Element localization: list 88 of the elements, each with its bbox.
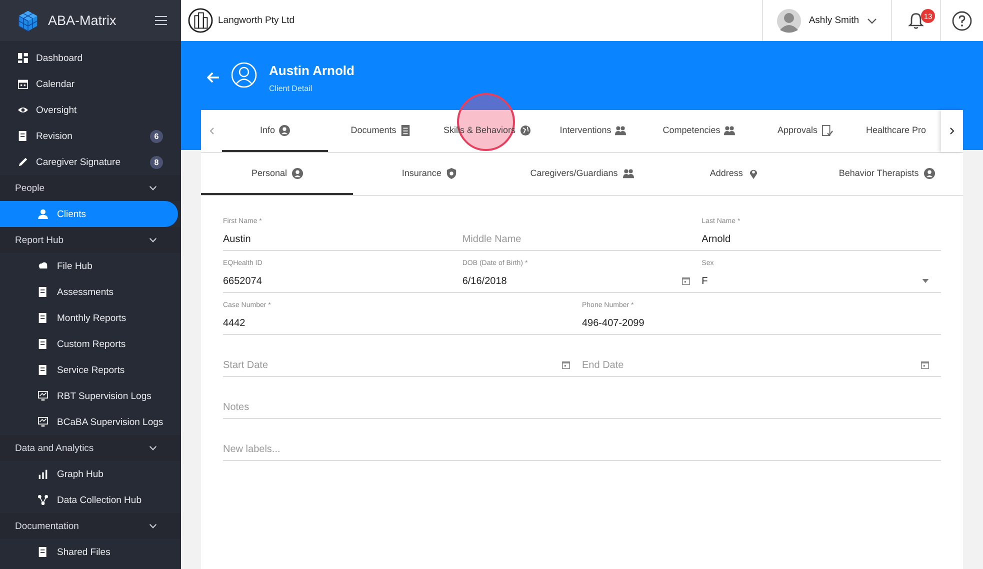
chart-icon <box>38 469 48 479</box>
sidebar-item[interactable]: File Hub <box>0 253 178 279</box>
sidebar-item[interactable]: Custom Reports <box>0 331 178 357</box>
app-name: ABA-Matrix <box>48 13 118 28</box>
users-icon <box>622 168 634 178</box>
sidebar-item[interactable]: Dashboard <box>0 45 181 71</box>
input-field[interactable]: 496-407-2099 <box>582 312 929 334</box>
tab[interactable]: Insurance <box>353 153 506 195</box>
user-icon <box>38 209 48 219</box>
sidebar-item[interactable]: Oversight <box>0 97 181 123</box>
tab[interactable]: Caregivers/Guardians <box>506 153 658 195</box>
count-badge: 8 <box>150 156 163 168</box>
calendar-icon <box>562 361 570 369</box>
date-field[interactable]: Start Date <box>223 354 558 376</box>
count-badge: 6 <box>150 130 163 142</box>
sidebar-item[interactable]: Shared Files <box>0 539 178 565</box>
avatar-icon <box>776 8 801 32</box>
eye-icon <box>18 105 28 115</box>
calendar-icon <box>682 277 690 285</box>
notification-button[interactable] <box>907 12 925 30</box>
monitor-icon <box>38 417 48 427</box>
shield-icon <box>446 168 458 178</box>
sidebar-item[interactable]: Revision 6 <box>0 123 181 149</box>
document-icon <box>38 547 48 557</box>
tab[interactable]: Healthcare Pro <box>858 110 926 152</box>
sidebar-item[interactable]: Graph Hub <box>0 461 178 487</box>
sidebar-section[interactable]: Documentation <box>0 513 181 539</box>
document-icon <box>38 287 48 297</box>
pin-icon <box>748 168 759 178</box>
input-field[interactable]: New labels... <box>223 438 929 460</box>
chevron-icon <box>867 16 877 26</box>
sidebar-item[interactable]: Clients <box>0 201 178 227</box>
document-icon <box>38 339 48 349</box>
grid-icon <box>18 53 28 63</box>
monitor-icon <box>38 391 48 401</box>
tab[interactable]: Behavior Therapists <box>810 153 964 195</box>
users-icon <box>615 124 626 136</box>
input-field[interactable]: Middle Name <box>462 228 690 250</box>
company-name: Langworth Pty Ltd <box>218 15 295 26</box>
menu-icon[interactable] <box>155 16 167 26</box>
input-field[interactable]: 6652074 <box>223 270 450 292</box>
cube-logo-icon <box>17 10 39 32</box>
tab[interactable]: Competencies <box>646 110 752 152</box>
network-icon <box>38 495 48 505</box>
tab[interactable]: Info <box>222 110 328 152</box>
document-icon <box>18 131 28 141</box>
cloud-icon <box>38 261 48 271</box>
sidebar-item[interactable]: Caregiver Signature 8 <box>0 149 181 175</box>
sidebar-item[interactable]: Service Reports <box>0 357 178 383</box>
user-icon <box>924 168 935 178</box>
sidebar-item[interactable]: Data Collection Hub <box>0 487 178 513</box>
client-name: Austin Arnold <box>269 63 354 78</box>
tab[interactable]: Documents <box>328 110 434 152</box>
user-icon <box>231 62 257 88</box>
pen-icon <box>18 157 28 167</box>
sidebar-item[interactable]: Monthly Reports <box>0 305 178 331</box>
bell-icon <box>907 12 925 30</box>
tab[interactable]: Personal <box>201 153 354 195</box>
input-field[interactable]: 4442 <box>223 312 570 334</box>
back-arrow-icon[interactable] <box>207 72 220 83</box>
sidebar-item[interactable]: BCaBA Supervision Logs <box>0 409 178 435</box>
calendar-icon <box>18 79 28 89</box>
date-field[interactable]: 6/16/2018 <box>462 270 678 292</box>
sidebar-item[interactable]: Calendar <box>0 71 181 97</box>
sidebar-section[interactable]: Data and Analytics <box>0 435 181 461</box>
building-logo-icon <box>188 8 213 33</box>
sidebar-section[interactable]: People <box>0 175 181 201</box>
calendar-icon <box>921 361 929 369</box>
sidebar-item[interactable]: RBT Supervision Logs <box>0 383 178 409</box>
page-subtitle: Client Detail <box>269 84 314 93</box>
input-field[interactable]: Notes <box>223 396 929 418</box>
dropdown-caret-icon <box>922 279 929 283</box>
user-icon <box>292 168 303 178</box>
tab[interactable]: Approvals <box>752 110 858 152</box>
document-icon <box>400 124 412 136</box>
check-icon <box>822 124 833 136</box>
input-field[interactable]: Austin <box>223 228 450 250</box>
tab[interactable]: Interventions <box>540 110 646 152</box>
sidebar-section[interactable]: Report Hub <box>0 227 181 253</box>
user-icon <box>279 124 290 136</box>
dropdown-field[interactable]: F <box>702 270 918 292</box>
tab[interactable]: Address <box>658 153 811 195</box>
sidebar-item[interactable]: Assessments <box>0 279 178 305</box>
document-icon <box>38 365 48 375</box>
date-field[interactable]: End Date <box>582 354 917 376</box>
document-icon <box>38 313 48 323</box>
input-field[interactable]: Arnold <box>702 228 929 250</box>
users-icon <box>724 124 736 136</box>
